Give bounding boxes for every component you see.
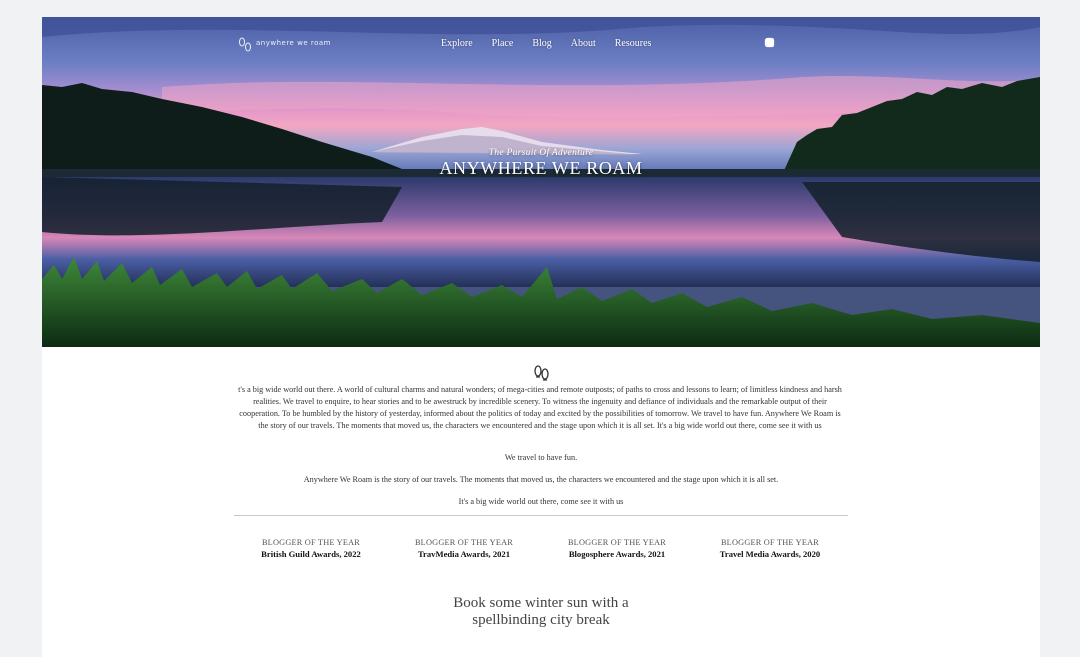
intro-paragraph: t's a big wide world out there. A world … <box>238 385 842 430</box>
award-title: BLOGGER OF THE YEAR <box>261 538 361 547</box>
award-item: BLOGGER OF THE YEAR Travel Media Awards,… <box>693 538 847 559</box>
intro-line-world: It's a big wide world out there, come se… <box>458 497 624 506</box>
cta-line-1: Book some winter sun with a <box>453 595 629 611</box>
nav-about[interactable]: About <box>571 38 596 49</box>
cta-line-2: spellbinding city break <box>472 612 610 628</box>
instagram-icon[interactable] <box>764 37 800 48</box>
award-source: Blogosphere Awards, 2021 <box>568 549 666 559</box>
hero-title: ANYWHERE WE ROAM <box>439 158 643 178</box>
award-title: BLOGGER OF THE YEAR <box>720 538 820 547</box>
intro-line-fun: We travel to have fun. <box>504 453 578 462</box>
logo-text: anywhere we roam <box>256 39 331 47</box>
hero-landscape-image <box>42 17 1040 347</box>
social-links <box>764 37 864 48</box>
section-divider <box>234 515 848 516</box>
twitter-icon[interactable] <box>765 37 825 48</box>
cta-heading: Book some winter sun with a spellbinding… <box>42 595 1040 629</box>
top-nav: anywhere we roam Explore Place Blog Abou… <box>42 37 1040 53</box>
award-source: British Guild Awards, 2022 <box>261 549 361 559</box>
award-source: Travel Media Awards, 2020 <box>719 549 821 559</box>
nav-explore[interactable]: Explore <box>441 38 473 49</box>
nav-blog[interactable]: Blog <box>532 38 551 49</box>
footprints-icon <box>534 365 549 381</box>
main-menu: Explore Place Blog About Resoures <box>441 38 670 49</box>
site-logo[interactable]: anywhere we roam <box>238 37 330 53</box>
award-title: BLOGGER OF THE YEAR <box>567 538 667 547</box>
page: anywhere we roam Explore Place Blog Abou… <box>42 17 1040 657</box>
award-title: BLOGGER OF THE YEAR <box>414 538 514 547</box>
award-item: BLOGGER OF THE YEAR Blogosphere Awards, … <box>540 538 694 559</box>
nav-place[interactable]: Place <box>492 38 514 49</box>
hero-banner: anywhere we roam Explore Place Blog Abou… <box>42 17 1040 347</box>
footprints-logo-icon <box>239 37 251 52</box>
award-item: BLOGGER OF THE YEAR British Guild Awards… <box>234 538 388 559</box>
award-source: TravMedia Awards, 2021 <box>417 549 511 559</box>
nav-resources[interactable]: Resoures <box>615 38 652 49</box>
hero-subtitle: The Pursuit Of Adventure <box>488 148 594 158</box>
search-icon[interactable] <box>764 37 850 48</box>
intro-line-story: Anywhere We Roam is the story of our tra… <box>303 475 779 484</box>
award-item: BLOGGER OF THE YEAR TravMedia Awards, 20… <box>387 538 541 559</box>
awards-row: BLOGGER OF THE YEAR British Guild Awards… <box>234 538 848 568</box>
